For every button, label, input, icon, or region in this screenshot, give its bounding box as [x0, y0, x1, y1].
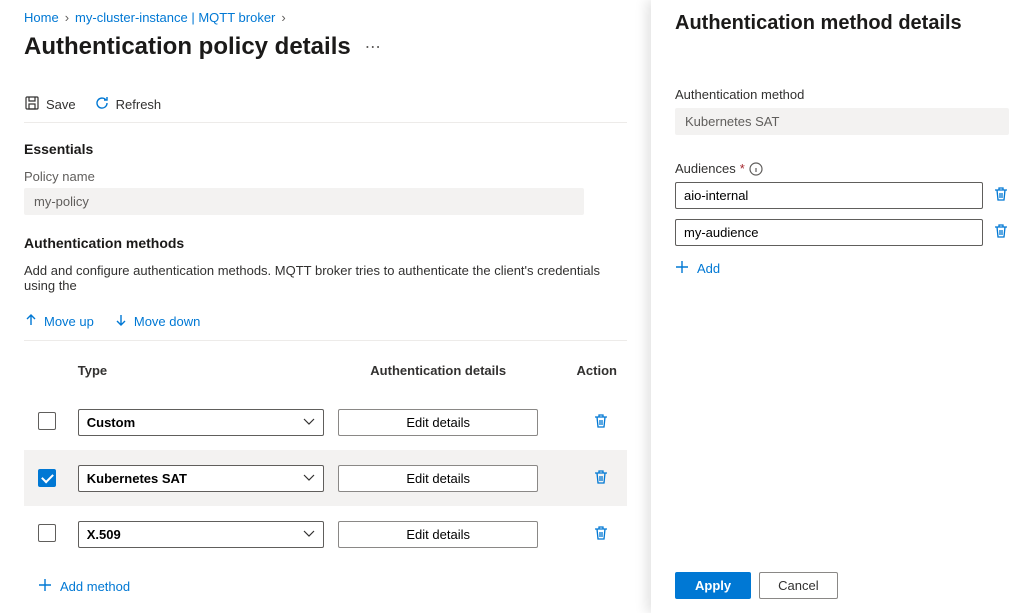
refresh-button[interactable]: Refresh	[94, 95, 162, 114]
trash-icon[interactable]	[593, 529, 609, 544]
auth-method-field	[675, 108, 1009, 135]
table-row: Edit details	[24, 394, 627, 450]
edit-details-button[interactable]: Edit details	[338, 465, 538, 492]
details-panel: Authentication method details Authentica…	[651, 0, 1033, 613]
audiences-label-text: Audiences	[675, 161, 736, 176]
audiences-label: Audiences *	[675, 161, 1009, 176]
refresh-icon	[94, 95, 110, 114]
row-checkbox[interactable]	[38, 469, 56, 487]
add-method-button[interactable]: Add method	[24, 578, 130, 595]
breadcrumb-home[interactable]: Home	[24, 10, 59, 25]
panel-body: Authentication method details Authentica…	[651, 0, 1033, 564]
move-up-button[interactable]: Move up	[24, 313, 94, 330]
edit-details-button[interactable]: Edit details	[338, 409, 538, 436]
trash-icon[interactable]	[593, 417, 609, 432]
row-checkbox[interactable]	[38, 524, 56, 542]
edit-details-button[interactable]: Edit details	[338, 521, 538, 548]
arrow-up-icon	[24, 313, 38, 330]
essentials-heading: Essentials	[24, 141, 627, 157]
row-checkbox[interactable]	[38, 412, 56, 430]
policy-name-field	[24, 188, 584, 215]
add-audience-button[interactable]: Add	[675, 260, 720, 277]
page-title: Authentication policy details	[24, 33, 351, 61]
arrow-down-icon	[114, 313, 128, 330]
apply-button[interactable]: Apply	[675, 572, 751, 599]
required-indicator: *	[740, 161, 745, 176]
audience-input[interactable]	[675, 219, 983, 246]
col-action-header: Action	[547, 363, 627, 378]
col-details-header: Authentication details	[329, 363, 547, 378]
move-down-button[interactable]: Move down	[114, 313, 200, 330]
auth-method-label: Authentication method	[675, 87, 1009, 102]
col-type-header: Type	[78, 363, 330, 378]
table-row: Edit details	[24, 506, 627, 562]
audience-input[interactable]	[675, 182, 983, 209]
save-button[interactable]: Save	[24, 95, 76, 114]
trash-icon[interactable]	[993, 223, 1009, 242]
audience-row	[675, 219, 1009, 246]
trash-icon[interactable]	[993, 186, 1009, 205]
panel-footer: Apply Cancel	[651, 564, 1033, 613]
chevron-right-icon: ›	[281, 10, 285, 25]
move-down-label: Move down	[134, 314, 200, 329]
breadcrumb-cluster[interactable]: my-cluster-instance | MQTT broker	[75, 10, 275, 25]
move-buttons: Move up Move down	[24, 307, 627, 341]
auth-methods-description: Add and configure authentication methods…	[24, 263, 627, 293]
main-content: Home › my-cluster-instance | MQTT broker…	[0, 0, 651, 613]
plus-icon	[675, 260, 689, 277]
more-icon[interactable]: ⋯	[361, 37, 385, 57]
auth-methods-heading: Authentication methods	[24, 235, 627, 251]
info-icon[interactable]	[749, 162, 763, 176]
move-up-label: Move up	[44, 314, 94, 329]
add-audience-label: Add	[697, 261, 720, 276]
audience-row	[675, 182, 1009, 209]
page-title-row: Authentication policy details ⋯	[24, 33, 627, 61]
type-select[interactable]	[78, 465, 324, 492]
panel-title: Authentication method details	[675, 12, 1009, 35]
chevron-right-icon: ›	[65, 10, 69, 25]
table-row: Edit details	[24, 450, 627, 506]
cancel-button[interactable]: Cancel	[759, 572, 837, 599]
type-select[interactable]	[78, 521, 324, 548]
save-icon	[24, 95, 40, 114]
methods-table: Type Authentication details Action Edit …	[24, 355, 627, 562]
refresh-label: Refresh	[116, 97, 162, 112]
trash-icon[interactable]	[593, 473, 609, 488]
save-label: Save	[46, 97, 76, 112]
toolbar: Save Refresh	[24, 87, 627, 123]
policy-name-label: Policy name	[24, 169, 627, 184]
type-select[interactable]	[78, 409, 324, 436]
add-method-label: Add method	[60, 579, 130, 594]
plus-icon	[38, 578, 52, 595]
table-header-row: Type Authentication details Action	[24, 355, 627, 394]
breadcrumb: Home › my-cluster-instance | MQTT broker…	[24, 10, 627, 25]
